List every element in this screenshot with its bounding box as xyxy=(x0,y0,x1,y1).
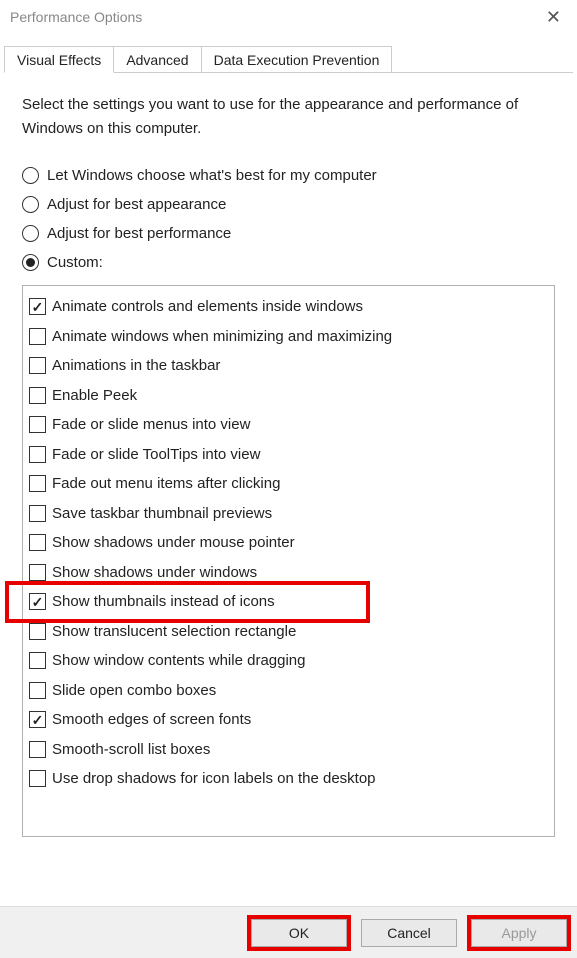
radio-label: Let Windows choose what's best for my co… xyxy=(47,167,377,184)
checkbox-icon xyxy=(29,446,46,463)
check-row[interactable]: Use drop shadows for icon labels on the … xyxy=(27,764,550,794)
radio-label: Adjust for best performance xyxy=(47,225,231,242)
radio-icon xyxy=(22,196,39,213)
checkbox-icon xyxy=(29,652,46,669)
check-label: Fade or slide ToolTips into view xyxy=(52,442,260,468)
check-label: Show thumbnails instead of icons xyxy=(52,589,275,615)
checkbox-icon xyxy=(29,564,46,581)
check-row[interactable]: Show window contents while dragging xyxy=(27,646,550,676)
checkbox-icon xyxy=(29,328,46,345)
checkbox-icon xyxy=(29,475,46,492)
checkbox-icon xyxy=(29,682,46,699)
checkbox-icon xyxy=(29,741,46,758)
check-label: Animations in the taskbar xyxy=(52,353,220,379)
radio-best-appearance[interactable]: Adjust for best appearance xyxy=(22,196,555,213)
radio-best-performance[interactable]: Adjust for best performance xyxy=(22,225,555,242)
titlebar: Performance Options ✕ xyxy=(0,0,577,36)
check-label: Smooth-scroll list boxes xyxy=(52,737,210,763)
check-label: Animate controls and elements inside win… xyxy=(52,294,363,320)
check-label: Animate windows when minimizing and maxi… xyxy=(52,324,392,350)
check-row[interactable]: Animate controls and elements inside win… xyxy=(27,292,550,322)
check-row[interactable]: Animate windows when minimizing and maxi… xyxy=(27,322,550,352)
radio-group: Let Windows choose what's best for my co… xyxy=(22,167,555,271)
check-label: Save taskbar thumbnail previews xyxy=(52,501,272,527)
check-row[interactable]: Save taskbar thumbnail previews xyxy=(27,499,550,529)
check-row[interactable]: Fade or slide menus into view xyxy=(27,410,550,440)
check-row[interactable]: Enable Peek xyxy=(27,381,550,411)
checkbox-icon xyxy=(29,298,46,315)
check-row[interactable]: Animations in the taskbar xyxy=(27,351,550,381)
radio-icon xyxy=(22,254,39,271)
radio-let-windows-choose[interactable]: Let Windows choose what's best for my co… xyxy=(22,167,555,184)
checkbox-icon xyxy=(29,505,46,522)
ok-button[interactable]: OK xyxy=(251,919,347,947)
check-row[interactable]: Show thumbnails instead of icons xyxy=(27,587,550,617)
check-label: Fade or slide menus into view xyxy=(52,412,250,438)
check-label: Show window contents while dragging xyxy=(52,648,305,674)
check-row[interactable]: Smooth edges of screen fonts xyxy=(27,705,550,735)
radio-icon xyxy=(22,225,39,242)
check-row[interactable]: Smooth-scroll list boxes xyxy=(27,735,550,765)
check-row[interactable]: Show shadows under windows xyxy=(27,558,550,588)
close-icon[interactable]: ✕ xyxy=(540,7,567,28)
intro-text: Select the settings you want to use for … xyxy=(22,93,555,141)
radio-custom[interactable]: Custom: xyxy=(22,254,555,271)
check-row[interactable]: Fade out menu items after clicking xyxy=(27,469,550,499)
check-label: Show shadows under windows xyxy=(52,560,257,586)
check-label: Fade out menu items after clicking xyxy=(52,471,280,497)
tab-dep[interactable]: Data Execution Prevention xyxy=(201,46,393,72)
checkbox-icon xyxy=(29,416,46,433)
tab-strip: Visual Effects Advanced Data Execution P… xyxy=(4,46,573,73)
checkbox-icon xyxy=(29,534,46,551)
visual-effects-checklist: Animate controls and elements inside win… xyxy=(22,285,555,837)
check-label: Show translucent selection rectangle xyxy=(52,619,296,645)
tab-visual-effects[interactable]: Visual Effects xyxy=(4,46,114,73)
check-label: Show shadows under mouse pointer xyxy=(52,530,295,556)
radio-icon xyxy=(22,167,39,184)
checkbox-icon xyxy=(29,711,46,728)
check-label: Use drop shadows for icon labels on the … xyxy=(52,766,376,792)
check-label: Slide open combo boxes xyxy=(52,678,216,704)
cancel-button[interactable]: Cancel xyxy=(361,919,457,947)
checkbox-icon xyxy=(29,387,46,404)
check-label: Enable Peek xyxy=(52,383,137,409)
check-row[interactable]: Slide open combo boxes xyxy=(27,676,550,706)
checkbox-icon xyxy=(29,593,46,610)
tab-advanced[interactable]: Advanced xyxy=(113,46,201,72)
check-label: Smooth edges of screen fonts xyxy=(52,707,251,733)
checkbox-icon xyxy=(29,623,46,640)
dialog-footer: OK Cancel Apply xyxy=(0,906,577,958)
check-row[interactable]: Fade or slide ToolTips into view xyxy=(27,440,550,470)
check-row[interactable]: Show shadows under mouse pointer xyxy=(27,528,550,558)
apply-button[interactable]: Apply xyxy=(471,919,567,947)
radio-label: Custom: xyxy=(47,254,103,271)
checkbox-icon xyxy=(29,357,46,374)
window-title: Performance Options xyxy=(10,9,142,25)
radio-label: Adjust for best appearance xyxy=(47,196,226,213)
checkbox-icon xyxy=(29,770,46,787)
tab-content: Select the settings you want to use for … xyxy=(0,73,577,847)
check-row[interactable]: Show translucent selection rectangle xyxy=(27,617,550,647)
